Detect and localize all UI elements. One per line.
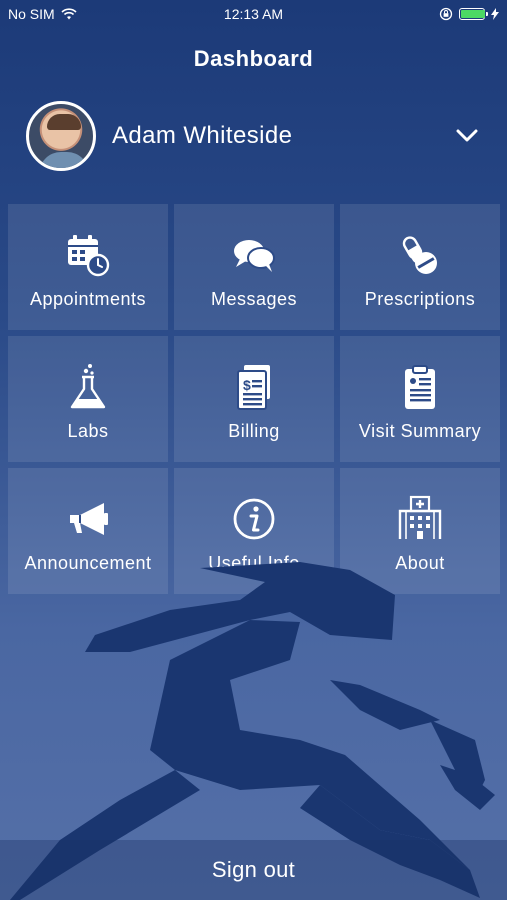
tile-label-labs: Labs xyxy=(67,420,109,441)
tile-announcement[interactable]: Announcement xyxy=(8,468,168,594)
page-title: Dashboard xyxy=(193,46,314,71)
tile-label-about: About xyxy=(395,552,445,573)
calendar-clock-icon xyxy=(68,234,110,276)
flask-icon xyxy=(70,363,106,408)
status-bar: No SIM 12:13 AM xyxy=(0,0,507,28)
rotation-lock-icon xyxy=(439,7,453,21)
chevron-down-icon[interactable] xyxy=(453,122,481,150)
tile-visit-summary[interactable]: Visit Summary xyxy=(340,336,500,462)
tile-prescriptions[interactable]: Prescriptions xyxy=(340,204,500,330)
dashboard-grid: Appointments Messages Prescriptions Labs… xyxy=(8,204,500,594)
tile-label-appointments: Appointments xyxy=(29,288,147,309)
charging-bolt-icon xyxy=(491,8,499,20)
battery-icon xyxy=(459,8,488,20)
sign-out-button[interactable]: Sign out xyxy=(0,840,507,900)
user-switcher[interactable]: Adam Whiteside xyxy=(26,98,481,174)
bill-icon: $ xyxy=(237,364,270,410)
tile-about[interactable]: About xyxy=(340,468,500,594)
tile-label-announcement: Announcement xyxy=(24,552,152,573)
user-name[interactable]: Adam Whiteside xyxy=(112,122,453,150)
svg-text:$: $ xyxy=(243,377,251,393)
status-left: No SIM xyxy=(8,6,77,22)
tile-label-billing: Billing xyxy=(228,420,280,441)
tile-billing[interactable]: $ Billing xyxy=(174,336,334,462)
tile-appointments[interactable]: Appointments xyxy=(8,204,168,330)
tile-label-prescriptions: Prescriptions xyxy=(364,288,476,309)
status-right xyxy=(439,7,499,21)
avatar[interactable] xyxy=(26,101,96,171)
carrier-label: No SIM xyxy=(8,6,55,22)
tile-label-messages: Messages xyxy=(210,288,298,309)
chat-bubbles-icon xyxy=(234,239,275,272)
megaphone-icon xyxy=(70,502,108,535)
wifi-icon xyxy=(61,8,77,20)
tile-messages[interactable]: Messages xyxy=(174,204,334,330)
sign-out-label: Sign out xyxy=(211,857,296,882)
tile-label-useful-info: Useful Info xyxy=(208,552,300,573)
hospital-icon xyxy=(398,495,442,539)
tile-labs[interactable]: Labs xyxy=(8,336,168,462)
tile-useful-info[interactable]: Useful Info xyxy=(174,468,334,594)
clipboard-icon xyxy=(405,364,435,409)
tile-label-visit-summary: Visit Summary xyxy=(358,420,482,441)
pills-icon xyxy=(402,235,437,274)
info-icon xyxy=(233,498,275,539)
